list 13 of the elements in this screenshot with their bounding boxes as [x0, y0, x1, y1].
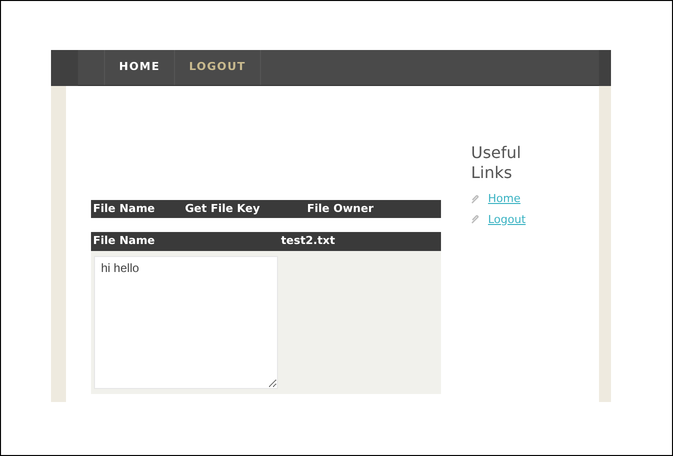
nav-link[interactable]: LOGOUT	[175, 50, 261, 85]
column-header: File Owner	[306, 200, 375, 217]
file-name: test2.txt	[280, 233, 335, 250]
sidebar-link[interactable]: Logout	[488, 212, 526, 228]
text-area[interactable]: hi hello	[94, 256, 278, 389]
nav-link[interactable]: HOME	[104, 50, 176, 85]
sidebar-link[interactable]: Home	[488, 191, 520, 208]
field-label: File Name	[92, 233, 156, 250]
paperclip-icon	[471, 215, 480, 224]
sidebar-title: Useful Links	[471, 143, 522, 183]
paperclip-icon	[471, 194, 480, 204]
column-header: Get File Key	[184, 200, 261, 217]
column-header: File Name	[92, 200, 156, 217]
